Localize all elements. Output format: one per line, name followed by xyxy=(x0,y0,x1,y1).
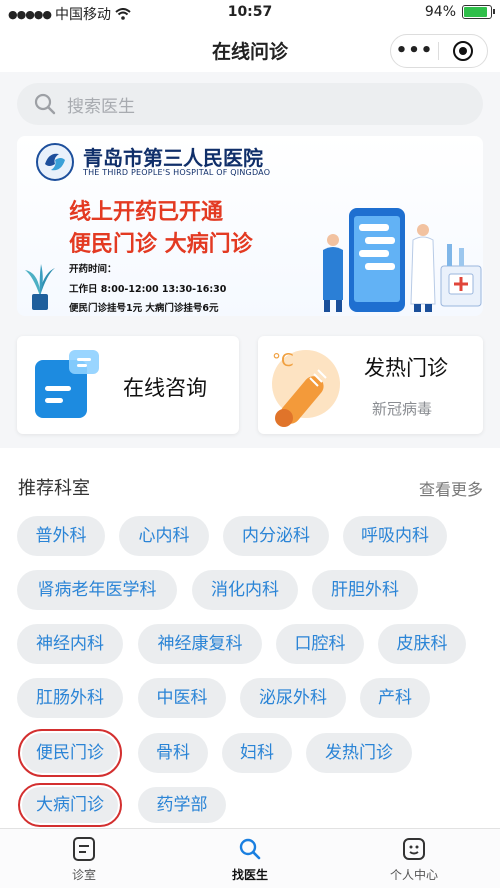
dept-chip[interactable]: 肛肠外科 xyxy=(17,678,123,718)
clipboard-icon xyxy=(73,837,95,861)
banner-fees: 便民门诊挂号1元 大病门诊挂号6元 xyxy=(69,303,219,314)
tab-find-doctor[interactable]: 找医生 xyxy=(190,829,310,888)
dept-chip[interactable]: 呼吸内科 xyxy=(343,516,447,556)
dept-chip[interactable]: 普外科 xyxy=(17,516,105,556)
dept-chip[interactable]: 消化内科 xyxy=(192,570,298,610)
doctors-phone-illustration xyxy=(323,208,482,312)
dept-chip[interactable]: 中医科 xyxy=(138,678,226,718)
miniprogram-capsule: ••• xyxy=(390,34,488,68)
dept-chip[interactable]: 口腔科 xyxy=(276,624,364,664)
dept-chip-highlighted[interactable]: 便民门诊 xyxy=(18,729,122,777)
dept-chip[interactable]: 内分泌科 xyxy=(223,516,329,556)
dept-chip[interactable]: 心内科 xyxy=(119,516,209,556)
banner-headline: 线上开药已开通 xyxy=(69,200,224,225)
svg-text:°C: °C xyxy=(272,350,294,371)
dept-chip[interactable]: 妇科 xyxy=(222,733,292,773)
dept-chip[interactable]: 神经康复科 xyxy=(138,624,262,664)
plant-illustration xyxy=(25,264,55,310)
tab-profile[interactable]: 个人中心 xyxy=(354,829,474,888)
search-input[interactable]: 搜索医生 xyxy=(17,83,483,125)
banner-hours-detail: 工作日 8:00-12:00 13:30-16:30 xyxy=(69,284,227,295)
tab-label: 诊室 xyxy=(71,868,96,882)
tab-label: 找医生 xyxy=(231,868,268,882)
target-icon xyxy=(452,41,473,61)
fever-clinic-card[interactable]: °C 发热门诊 新冠病毒 xyxy=(258,336,483,434)
dept-chip[interactable]: 骨科 xyxy=(138,733,208,773)
search-icon xyxy=(239,838,261,860)
dept-chip[interactable]: 肝胆外科 xyxy=(312,570,418,610)
battery-icon xyxy=(462,5,495,19)
banner-subheadline: 便民门诊 大病门诊 xyxy=(69,232,253,257)
dept-chip[interactable]: 神经内科 xyxy=(17,624,123,664)
tab-bar: 诊室 找医生 个人中心 xyxy=(0,828,500,888)
online-consult-title: 在线咨询 xyxy=(123,376,207,400)
chat-document-icon xyxy=(35,350,99,418)
banner-hours-title: 开药时间： xyxy=(69,264,117,275)
section-title: 推荐科室 xyxy=(18,478,90,499)
fever-clinic-subtitle: 新冠病毒 xyxy=(372,400,433,418)
promo-banner[interactable]: 青岛市第三人民医院 THE THIRD PEOPLE'S HOSPITAL OF… xyxy=(17,136,483,316)
dept-chip[interactable]: 泌尿外科 xyxy=(240,678,346,718)
online-consult-card[interactable]: 在线咨询 xyxy=(17,336,239,434)
tab-clinic-room[interactable]: 诊室 xyxy=(24,829,144,888)
battery-percent: 94% xyxy=(424,4,456,20)
hospital-logo xyxy=(36,143,74,181)
recommended-departments: 推荐科室 查看更多 普外科 心内科 内分泌科 呼吸内科 肾病老年医学科 消化内科… xyxy=(0,448,500,828)
thermometer-icon: °C xyxy=(272,350,340,427)
dept-chip[interactable]: 肾病老年医学科 xyxy=(17,570,177,610)
search-placeholder: 搜索医生 xyxy=(67,96,135,117)
dept-chip[interactable]: 药学部 xyxy=(138,787,226,823)
dept-chip[interactable]: 产科 xyxy=(360,678,430,718)
hospital-name-en: THE THIRD PEOPLE'S HOSPITAL OF QINGDAO xyxy=(83,168,271,177)
hospital-name: 青岛市第三人民医院 xyxy=(83,146,263,170)
search-icon xyxy=(34,93,56,115)
more-menu-button[interactable]: ••• xyxy=(391,37,438,65)
nav-bar: 在线问诊 ••• xyxy=(0,26,500,72)
tab-label: 个人中心 xyxy=(389,868,438,882)
view-more-link[interactable]: 查看更多 xyxy=(419,476,483,500)
status-bar: ●●●●● 中国移动 10:57 94% xyxy=(0,0,500,26)
fever-clinic-title: 发热门诊 xyxy=(364,356,448,380)
dept-chip-highlighted[interactable]: 大病门诊 xyxy=(18,783,122,827)
close-miniprogram-button[interactable] xyxy=(439,41,486,61)
dept-chip[interactable]: 皮肤科 xyxy=(378,624,466,664)
user-icon xyxy=(403,838,425,860)
dept-chip[interactable]: 发热门诊 xyxy=(306,733,412,773)
